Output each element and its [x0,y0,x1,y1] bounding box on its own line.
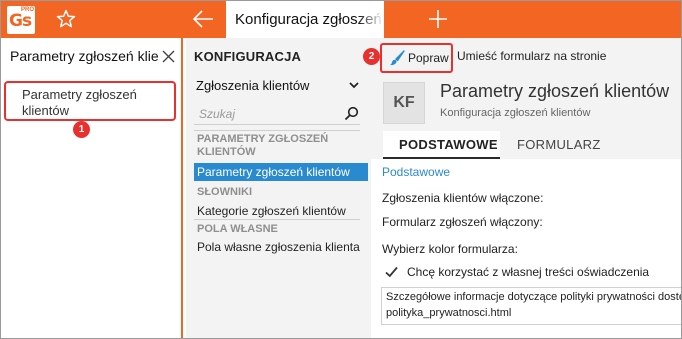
avatar: KF [383,82,425,124]
search-field[interactable]: Szukaj [194,103,360,125]
place-form-button[interactable]: Umieść formularz na stronie [457,49,606,63]
field-color-label: Wybierz kolor formularza: [382,242,518,256]
checkmark-icon[interactable] [385,266,398,278]
left-panel-title: Parametry zgłoszeń klientów [10,48,158,64]
nav-item-label: Kategorie zgłoszeń klientów [197,204,346,218]
annotation-badge-1: 1 [73,121,90,138]
tab-podstawowe-label: PODSTAWOWE [399,137,498,152]
section-divider [194,219,360,220]
nav-item-parametry[interactable]: Parametry zgłoszeń klientów [194,163,368,181]
close-icon[interactable] [161,49,176,64]
toolbar: Popraw Umieść formularz na stronie [371,38,681,73]
form-content: Podstawowe Zgłoszenia klientów włączone:… [371,159,681,338]
search-icon[interactable] [344,106,359,121]
logo-text: Gs [9,11,32,31]
brush-icon [390,50,405,66]
section-heading-slowniki: SŁOWNIKI [197,186,252,198]
field-enabled-label: Zgłoszenia klientów włączone: [382,191,544,205]
edit-button[interactable]: Popraw [380,43,453,73]
page-subtitle: Konfiguracja zgłoszeń klientów [440,107,591,119]
module-select-value: Zgłoszenia klientów [196,78,310,93]
nav-item-kategorie[interactable]: Kategorie zgłoszeń klientów [194,202,368,220]
back-arrow-icon[interactable] [191,8,215,30]
section-heading-parametry: PARAMETRY ZGŁOSZEŃ KLIENTÓW [197,133,329,158]
search-placeholder: Szukaj [199,107,236,121]
checkbox-label[interactable]: Chcę korzystać z własnej treści oświadcz… [407,265,649,279]
section-heading-pola-wlasne: POLA WŁASNE [197,223,278,235]
chevron-down-icon [349,82,359,89]
section-label: Podstawowe [382,165,451,179]
tab-podstawowe[interactable]: PODSTAWOWE [383,131,500,159]
nav-item-label: Parametry zgłoszeń klientów [197,165,350,179]
avatar-initials: KF [393,94,415,111]
edit-button-label: Popraw [408,51,449,65]
star-icon[interactable] [55,8,77,30]
tab-fade [358,1,384,38]
nav-item-label: Pola własne zgłoszenia klienta [197,240,360,254]
module-select[interactable]: Zgłoszenia klientów [194,75,360,96]
annotation-badge-2: 2 [363,48,380,65]
nav-item-pola-wlasne[interactable]: Pola własne zgłoszenia klienta [194,238,368,256]
plus-icon[interactable] [427,8,449,30]
left-panel-item[interactable]: Parametry zgłoszeń klientów [4,81,176,121]
app-logo[interactable]: Gs PRO [7,6,35,34]
app-window: Gs PRO Konfiguracja zgłoszeń klienta Par… [0,0,682,339]
privacy-info-box[interactable]: Szczegółowe informacje dotyczące polityk… [381,287,681,325]
tab-formularz[interactable]: FORMULARZ [517,137,601,152]
configuration-panel: KONFIGURACJA Zgłoszenia klientów Szukaj … [186,38,371,338]
configuration-title: KONFIGURACJA [194,49,302,64]
left-panel-item-label: Parametry zgłoszeń klientów [22,87,137,118]
left-panel: Parametry zgłoszeń klientów Parametry zg… [1,38,183,338]
form-tabs: PODSTAWOWE FORMULARZ [371,131,681,159]
tab-konfiguracja[interactable]: Konfiguracja zgłoszeń klienta [226,1,384,38]
section-divider [194,130,360,131]
top-bar: Gs PRO Konfiguracja zgłoszeń klienta [1,1,681,38]
field-form-enabled-label: Formularz zgłoszeń włączony: [382,215,543,229]
info-line-1: Szczegółowe informacje dotyczące polityk… [386,291,681,303]
form-area: KF Parametry zgłoszeń klientów Konfigura… [371,73,681,338]
logo-pro-label: PRO [20,7,34,13]
info-line-2: polityka_prywatnosci.html [386,307,512,319]
page-title: Parametry zgłoszeń klientów [440,81,670,101]
